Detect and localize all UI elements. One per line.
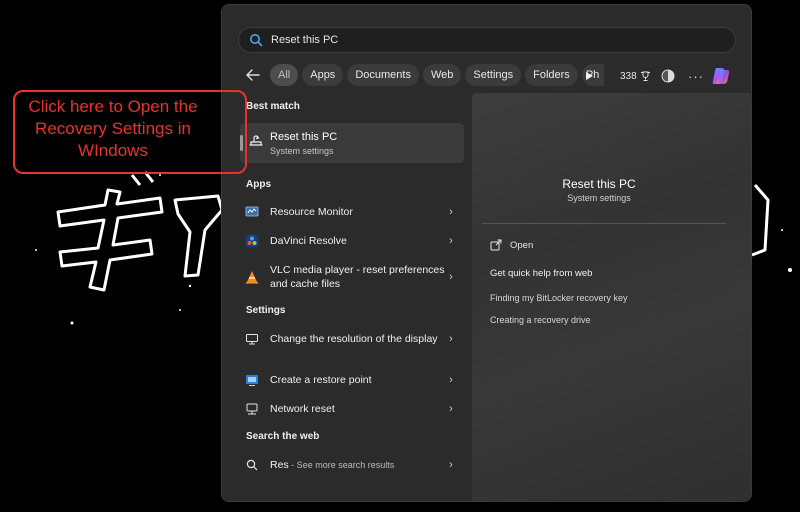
trophy-icon xyxy=(640,71,650,81)
preview-help-heading: Get quick help from web xyxy=(490,268,593,279)
vlc-icon xyxy=(244,269,260,285)
setting-item-create-restore-point[interactable]: Create a restore point › xyxy=(240,372,464,388)
web-search-suffix: - See more search results xyxy=(288,460,395,470)
play-icon xyxy=(585,72,593,80)
setting-item-label: Change the resolution of the display xyxy=(270,333,438,345)
chevron-right-icon: › xyxy=(449,403,453,415)
filter-chip-web[interactable]: Web xyxy=(422,64,462,86)
chevron-right-icon: › xyxy=(449,271,453,283)
resource-monitor-icon xyxy=(244,204,260,220)
web-search-query: Res xyxy=(270,459,289,471)
display-icon xyxy=(244,331,260,347)
rewards-points[interactable]: 338 xyxy=(620,65,651,87)
search-icon xyxy=(250,34,263,47)
setting-item-network-reset[interactable]: Network reset › xyxy=(240,401,464,417)
settings-heading: Settings xyxy=(246,305,286,316)
more-filters-button[interactable] xyxy=(580,65,598,87)
filter-chip-documents[interactable]: Documents xyxy=(347,64,419,86)
filter-chip-all[interactable]: All xyxy=(270,64,299,86)
app-item-label: VLC media player - reset preferences and… xyxy=(270,264,445,290)
filter-chip-apps[interactable]: Apps xyxy=(302,64,344,86)
preview-open-label: Open xyxy=(510,239,534,251)
chevron-right-icon: › xyxy=(449,235,453,247)
app-item-davinci-resolve[interactable]: DaVinci Resolve › xyxy=(240,233,464,249)
back-button[interactable] xyxy=(242,64,264,86)
search-box[interactable] xyxy=(238,27,736,53)
search-icon xyxy=(244,457,260,473)
preview-pane: Reset this PC System settings Open Get q… xyxy=(472,93,751,501)
best-match-heading: Best match xyxy=(246,101,300,112)
search-web-heading: Search the web xyxy=(246,431,320,442)
best-match-reset-this-pc[interactable]: Reset this PC System settings xyxy=(240,123,464,163)
restore-point-icon xyxy=(244,372,260,388)
app-item-label: Resource Monitor xyxy=(270,206,353,218)
chevron-right-icon: › xyxy=(449,459,453,471)
preview-title: Reset this PC xyxy=(562,177,636,191)
more-options-button[interactable]: ··· xyxy=(688,65,704,87)
filter-chip-folders[interactable]: Folders xyxy=(525,64,578,86)
help-link-recovery-drive[interactable]: Creating a recovery drive xyxy=(490,315,591,325)
best-match-subtitle: System settings xyxy=(270,146,334,156)
app-item-label: DaVinci Resolve xyxy=(270,235,347,247)
preview-open-action[interactable]: Open xyxy=(490,239,533,251)
open-external-icon xyxy=(490,239,502,251)
chevron-right-icon: › xyxy=(449,333,453,345)
app-item-vlc-reset[interactable]: VLC media player - reset preferences and… xyxy=(240,263,464,291)
filter-bar: All Apps Documents Web Settings Folders … xyxy=(242,62,608,88)
chevron-right-icon: › xyxy=(449,374,453,386)
setting-item-label: Create a restore point xyxy=(270,374,372,386)
search-input[interactable] xyxy=(271,34,691,46)
setting-item-change-resolution[interactable]: Change the resolution of the display › xyxy=(240,331,464,347)
help-link-bitlocker[interactable]: Finding my BitLocker recovery key xyxy=(490,293,628,303)
network-icon xyxy=(244,401,260,417)
web-search-item[interactable]: Res - See more search results › xyxy=(240,457,464,473)
filter-chip-settings[interactable]: Settings xyxy=(465,64,522,86)
avatar-icon xyxy=(661,69,675,83)
preview-divider xyxy=(482,223,726,224)
setting-item-label: Network reset xyxy=(270,403,335,415)
account-avatar[interactable] xyxy=(661,65,675,87)
apps-heading: Apps xyxy=(246,179,271,190)
copilot-icon xyxy=(712,68,730,84)
results-list: Best match Reset this PC System settings… xyxy=(234,93,468,501)
points-value: 338 xyxy=(620,70,637,82)
arrow-left-icon xyxy=(246,69,260,81)
app-item-resource-monitor[interactable]: Resource Monitor › xyxy=(240,204,464,220)
best-match-title: Reset this PC xyxy=(270,131,338,143)
annotation-highlight-box xyxy=(13,90,247,174)
start-search-panel: All Apps Documents Web Settings Folders … xyxy=(221,4,752,502)
davinci-resolve-icon xyxy=(244,233,260,249)
preview-subtitle: System settings xyxy=(567,193,631,203)
reset-pc-icon xyxy=(249,135,263,146)
copilot-button[interactable] xyxy=(710,65,732,87)
chevron-right-icon: › xyxy=(449,206,453,218)
